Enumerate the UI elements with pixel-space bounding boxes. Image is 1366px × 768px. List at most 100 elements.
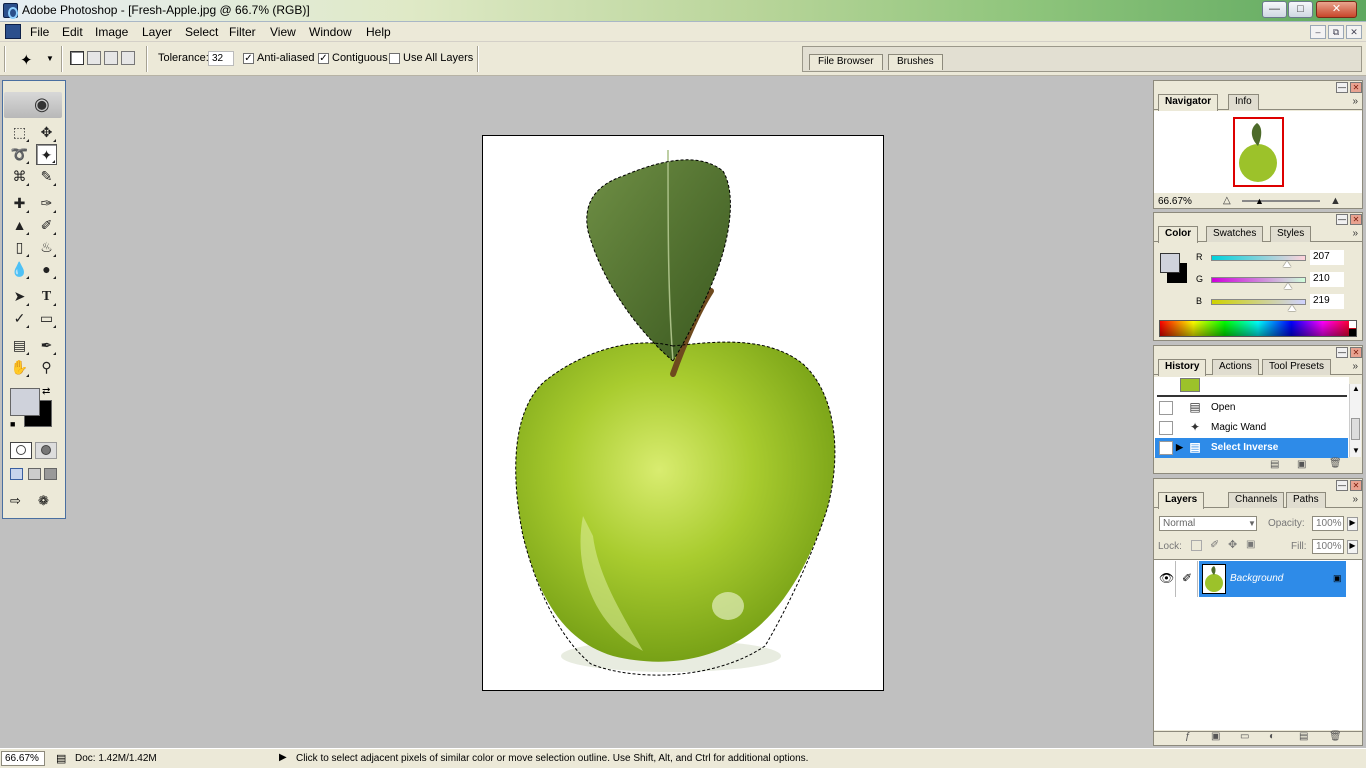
panel-close-button[interactable]: ✕	[1350, 347, 1362, 358]
hand-tool-icon[interactable]: ✋	[9, 357, 30, 378]
imageready-icon[interactable]: ❁	[38, 493, 56, 511]
doc-close-button[interactable]: ✕	[1346, 25, 1362, 39]
full-screen-menu-mode-button[interactable]	[28, 468, 41, 480]
healing-brush-tool-icon[interactable]: ✚	[9, 193, 30, 214]
swap-colors-icon[interactable]: ⇄	[42, 386, 50, 397]
panel-menu-icon[interactable]: »	[1352, 494, 1358, 505]
paint-bucket-tool-icon[interactable]: ♨	[36, 237, 57, 258]
minimize-button[interactable]: —	[1262, 1, 1287, 18]
snapshot-thumbnail[interactable]	[1180, 378, 1200, 392]
tab-channels[interactable]: Channels	[1228, 492, 1285, 508]
tab-brushes[interactable]: Brushes	[888, 54, 943, 70]
tab-paths[interactable]: Paths	[1286, 492, 1326, 508]
zoom-slider-thumb-icon[interactable]: ▲	[1255, 196, 1264, 206]
scroll-down-icon[interactable]: ▼	[1352, 446, 1360, 455]
color-ramp[interactable]	[1159, 320, 1357, 337]
adjustment-layer-icon[interactable]: ◐	[1269, 731, 1275, 742]
crop-tool-icon[interactable]: ⌘	[9, 166, 30, 187]
tab-history[interactable]: History	[1158, 359, 1207, 376]
chevron-down-icon[interactable]: ▼	[1248, 519, 1256, 528]
lock-image-pixels-icon[interactable]: ✐	[1210, 538, 1219, 551]
history-item-selected[interactable]: ▶ ▤ Select Inverse	[1155, 438, 1348, 458]
menu-window[interactable]: Window	[309, 25, 352, 39]
menu-edit[interactable]: Edit	[62, 25, 83, 39]
fill-slider-button[interactable]: ▶	[1347, 540, 1358, 554]
menu-layer[interactable]: Layer	[142, 25, 172, 39]
tab-layers[interactable]: Layers	[1158, 492, 1205, 509]
standard-mode-button[interactable]	[10, 442, 32, 459]
tolerance-input[interactable]: 32	[208, 51, 234, 66]
ramp-white-swatch[interactable]	[1349, 321, 1356, 328]
layer-link-cell[interactable]: ✐	[1177, 561, 1198, 597]
new-snapshot-icon[interactable]: ▣	[1297, 459, 1306, 470]
menu-filter[interactable]: Filter	[229, 25, 256, 39]
marquee-tool-icon[interactable]: ⬚	[9, 122, 30, 143]
dodge-tool-icon[interactable]: ●	[36, 259, 57, 280]
r-slider-thumb[interactable]	[1283, 261, 1291, 267]
r-slider[interactable]	[1211, 255, 1306, 261]
zoom-out-icon[interactable]: △	[1223, 195, 1231, 206]
layer-visibility-cell[interactable]: 👁	[1155, 561, 1176, 597]
close-button[interactable]: ✕	[1316, 1, 1357, 18]
brush-tool-icon[interactable]: ✑	[36, 193, 57, 214]
eye-icon[interactable]: 👁	[1159, 571, 1174, 585]
doc-restore-button[interactable]: ⧉	[1328, 25, 1344, 39]
panel-menu-icon[interactable]: »	[1352, 361, 1358, 372]
panel-close-button[interactable]: ✕	[1350, 480, 1362, 491]
b-value-input[interactable]: 219	[1310, 294, 1344, 309]
photoshop-app-icon[interactable]	[3, 3, 18, 19]
panel-menu-icon[interactable]: »	[1352, 96, 1358, 107]
lasso-tool-icon[interactable]: ➰	[9, 144, 30, 165]
history-item[interactable]: ✦ Magic Wand	[1155, 418, 1348, 438]
navigator-view-box[interactable]	[1233, 117, 1284, 187]
new-layer-icon[interactable]: ▤	[1299, 731, 1308, 742]
magic-wand-preset-icon[interactable]: ✦	[20, 51, 33, 69]
tab-swatches[interactable]: Swatches	[1206, 226, 1264, 242]
menu-view[interactable]: View	[270, 25, 296, 39]
default-colors-icon[interactable]: ■	[10, 419, 15, 429]
eraser-tool-icon[interactable]: ▯	[9, 237, 30, 258]
toolbox-header[interactable]: ◉	[4, 92, 62, 118]
panel-minimize-button[interactable]: —	[1336, 214, 1348, 225]
maximize-button[interactable]: □	[1288, 1, 1313, 18]
panel-minimize-button[interactable]: —	[1336, 347, 1348, 358]
scroll-up-icon[interactable]: ▲	[1352, 384, 1360, 393]
tab-file-browser[interactable]: File Browser	[809, 54, 883, 70]
panel-menu-icon[interactable]: »	[1352, 228, 1358, 239]
layer-name[interactable]: Background	[1230, 573, 1283, 584]
zoom-tool-icon[interactable]: ⚲	[36, 357, 57, 378]
jump-to-imageready-icon[interactable]: ⇨	[10, 493, 34, 511]
menu-help[interactable]: Help	[366, 25, 391, 39]
panel-close-button[interactable]: ✕	[1350, 214, 1362, 225]
tab-color[interactable]: Color	[1158, 226, 1199, 243]
panel-minimize-button[interactable]: —	[1336, 480, 1348, 491]
navigator-zoom-slider[interactable]	[1242, 200, 1320, 202]
anti-aliased-checkbox[interactable]: ✓	[243, 53, 254, 64]
new-selection-mode-button[interactable]	[70, 51, 84, 65]
slice-tool-icon[interactable]: ✎	[36, 166, 57, 187]
lock-all-icon[interactable]: ▣	[1246, 539, 1255, 550]
menu-image[interactable]: Image	[95, 25, 128, 39]
blur-tool-icon[interactable]: 💧	[9, 259, 30, 280]
opacity-slider-button[interactable]: ▶	[1347, 517, 1358, 531]
tab-navigator[interactable]: Navigator	[1158, 94, 1219, 111]
b-slider-thumb[interactable]	[1288, 305, 1296, 311]
type-tool-icon[interactable]: T	[36, 286, 57, 307]
document-icon[interactable]	[5, 24, 21, 39]
add-selection-mode-button[interactable]	[87, 51, 101, 65]
navigator-zoom-value[interactable]: 66.67%	[1158, 196, 1192, 207]
tab-styles[interactable]: Styles	[1270, 226, 1312, 242]
history-scrollbar[interactable]: ▲ ▼	[1349, 384, 1361, 457]
opacity-input[interactable]: 100%	[1312, 516, 1344, 531]
shape-tool-icon[interactable]: ▭	[36, 308, 57, 329]
history-source-checkbox[interactable]	[1159, 421, 1173, 435]
history-item[interactable]: ▤ Open	[1155, 398, 1348, 418]
status-menu-arrow-icon[interactable]: ▶	[279, 752, 287, 763]
foreground-color-swatch-top[interactable]	[10, 388, 40, 416]
full-screen-mode-button[interactable]	[44, 468, 57, 480]
lock-position-icon[interactable]: ✥	[1228, 538, 1237, 551]
history-source-checkbox[interactable]	[1159, 401, 1173, 415]
r-value-input[interactable]: 207	[1310, 250, 1344, 265]
fill-input[interactable]: 100%	[1312, 539, 1344, 554]
contiguous-checkbox[interactable]: ✓	[318, 53, 329, 64]
